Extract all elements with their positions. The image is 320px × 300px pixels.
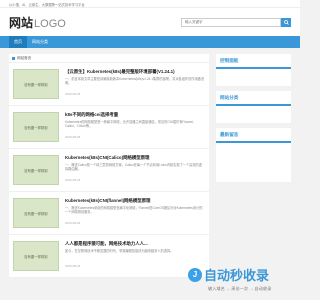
list-item: 没有图一样精彩 k8s不同的网络cni选择考量 Kubernetes的网络模型是…: [9, 106, 209, 149]
post-excerpt: Kubernetes的网络模型是一种扁平网络，允许容器之间直接通信，常见的CNI…: [65, 120, 197, 129]
search-box: [181, 17, 291, 27]
post-title[interactable]: 【云原生】Kubernetes(k8s)最完整版环境部署(V1.24.1): [65, 69, 205, 75]
list-item: 没有图一样精彩 【云原生】Kubernetes(k8s)最完整版环境部署(V1.…: [9, 63, 209, 106]
main-nav: 首页 网站分类: [0, 36, 300, 48]
logo-text-en: LOGO: [34, 17, 66, 30]
widget-body: [216, 143, 291, 179]
post-excerpt: 一、前言本篇文章主要是讲解最新版本Kubernetes(k8s)v1.24.1集…: [65, 77, 205, 86]
main-area: 网站首页 没有图一样精彩 【云原生】Kubernetes(k8s)最完整版环境部…: [0, 48, 300, 278]
post-excerpt: 如今，在互联网技术不断发展的时代，掌握编程技能成为越来越多人的选择。: [65, 249, 174, 253]
post-date: 2023-08-26: [65, 178, 81, 182]
widget-latest-comments: 最新留言: [216, 128, 291, 182]
post-title[interactable]: 人人都是程序猿可能，网络技术助力人人...: [65, 241, 205, 247]
search-input[interactable]: [181, 17, 281, 27]
top-notice: 以小搜，AI、云原生、大数据等一站式技术学习平台: [0, 0, 300, 8]
watermark-subtitle: 输入域名 → 采访一次 → 自动收录: [208, 286, 272, 291]
site-header: 网站 LOGO: [0, 8, 300, 36]
post-date: 2023-08-26: [65, 264, 81, 268]
post-excerpt: 一、概述Calico是一个纯三层的网络方案，Calico在每一个节点利用Linu…: [65, 163, 202, 172]
breadcrumb: 网站首页: [9, 54, 209, 63]
widget-body: [216, 106, 291, 120]
logo-text-cn: 网站: [9, 15, 34, 30]
post-date: 2023-08-26: [65, 221, 81, 225]
search-icon: [283, 19, 289, 25]
post-title[interactable]: k8s不同的网络cni选择考量: [65, 112, 205, 118]
post-thumbnail[interactable]: 没有图一样精彩: [13, 198, 59, 228]
widget-body: [216, 69, 291, 83]
post-excerpt: 一、概述Kubernetes采用的网络模型是扁平化网络，Flannel是Core…: [65, 206, 203, 215]
widget-title: 网站分类: [216, 91, 291, 106]
list-item: 没有图一样精彩 Kubernetes(k8s)CNI(flannel)网络模型原…: [9, 192, 209, 235]
post-title[interactable]: Kubernetes(k8s)CNI(Calico)网络模型原理: [65, 155, 205, 161]
post-list: 网站首页 没有图一样精彩 【云原生】Kubernetes(k8s)最完整版环境部…: [9, 54, 209, 278]
watermark-text: 自动秒收录: [204, 268, 270, 283]
widget-categories: 网站分类: [216, 91, 291, 123]
sidebar: 控制面板 网站分类 最新留言: [216, 54, 291, 278]
post-thumbnail[interactable]: 没有图一样精彩: [13, 241, 59, 271]
post-thumbnail[interactable]: 没有图一样精彩: [13, 112, 59, 142]
nav-item-home[interactable]: 首页: [9, 36, 27, 48]
home-icon: [12, 56, 15, 60]
post-date: 2023-08-26: [65, 135, 81, 139]
watermark-logo: J 自动秒收录: [188, 265, 269, 284]
widget-title: 最新留言: [216, 128, 291, 143]
watermark-icon: J: [188, 267, 202, 282]
list-item: 没有图一样精彩 人人都是程序猿可能，网络技术助力人人... 如今，在互联网技术不…: [9, 235, 209, 278]
post-title[interactable]: Kubernetes(k8s)CNI(flannel)网络模型原理: [65, 198, 205, 204]
search-button[interactable]: [281, 17, 291, 27]
nav-item-categories[interactable]: 网站分类: [27, 36, 53, 48]
widget-title: 控制面板: [216, 54, 291, 69]
list-item: 没有图一样精彩 Kubernetes(k8s)CNI(Calico)网络模型原理…: [9, 149, 209, 192]
breadcrumb-label[interactable]: 网站首页: [17, 56, 31, 61]
post-date: 2023-08-26: [65, 92, 81, 96]
widget-control-panel: 控制面板: [216, 54, 291, 86]
post-thumbnail[interactable]: 没有图一样精彩: [13, 155, 59, 185]
post-thumbnail[interactable]: 没有图一样精彩: [13, 69, 59, 99]
site-logo[interactable]: 网站 LOGO: [9, 14, 66, 31]
